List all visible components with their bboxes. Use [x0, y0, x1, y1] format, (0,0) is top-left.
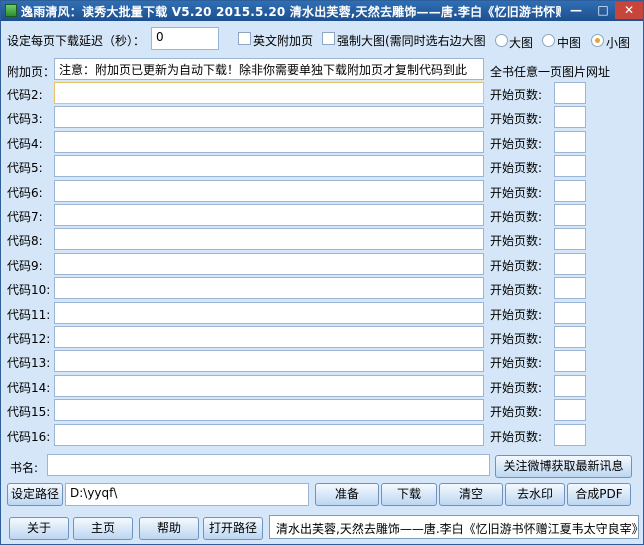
start-page-label: 开始页数: [490, 88, 543, 102]
start-page-input[interactable] [554, 399, 586, 421]
start-page-label: 开始页数: [490, 234, 543, 248]
start-page-input[interactable] [554, 155, 586, 177]
start-page-input[interactable] [554, 228, 586, 250]
app-icon [5, 4, 17, 17]
start-page-label: 开始页数: [490, 112, 543, 126]
start-page-input[interactable] [554, 82, 586, 104]
start-page-input[interactable] [554, 106, 586, 128]
code-input[interactable] [54, 82, 484, 104]
start-page-label: 开始页数: [490, 308, 543, 322]
download-button[interactable]: 下载 [381, 483, 437, 506]
start-page-input[interactable] [554, 277, 586, 299]
code-input[interactable] [54, 131, 484, 153]
remove-watermark-button[interactable]: 去水印 [505, 483, 565, 506]
size-large-radio[interactable] [495, 34, 508, 47]
code-row-label: 代码5: [7, 161, 43, 175]
start-page-label: 开始页数: [490, 161, 543, 175]
book-name-label: 书名: [10, 461, 39, 475]
start-page-label: 开始页数: [490, 405, 543, 419]
start-page-input[interactable] [554, 424, 586, 446]
delay-input[interactable]: 0 [151, 27, 219, 50]
start-page-label: 开始页数: [490, 210, 543, 224]
code-input[interactable] [54, 228, 484, 250]
delay-label: 设定每页下载延迟（秒）： [7, 34, 146, 48]
code-row-label: 代码13: [7, 356, 51, 370]
minimize-button[interactable]: — [563, 2, 589, 19]
maximize-button[interactable]: □ [590, 2, 616, 19]
start-page-label: 开始页数: [490, 332, 543, 346]
start-page-input[interactable] [554, 180, 586, 202]
size-medium-radio[interactable] [542, 34, 555, 47]
code-row-label: 代码3: [7, 112, 43, 126]
attach-right-label: 全书任意一页图片网址 [490, 65, 611, 79]
force-large-checkbox[interactable] [322, 32, 335, 45]
size-small-label: 小图 [606, 36, 631, 50]
start-page-input[interactable] [554, 302, 586, 324]
prepare-button[interactable]: 准备 [315, 483, 379, 506]
help-button[interactable]: 帮助 [139, 517, 199, 540]
code-row-label: 代码11: [7, 308, 51, 322]
start-page-label: 开始页数: [490, 430, 543, 444]
start-page-label: 开始页数: [490, 381, 543, 395]
start-page-label: 开始页数: [490, 356, 543, 370]
code-input[interactable] [54, 180, 484, 202]
set-path-button[interactable]: 设定路径 [7, 483, 63, 506]
open-path-button[interactable]: 打开路径 [203, 517, 263, 540]
start-page-input[interactable] [554, 350, 586, 372]
code-input[interactable] [54, 399, 484, 421]
code-row-label: 代码10: [7, 283, 51, 297]
attach-label: 附加页： [7, 65, 56, 79]
code-row-label: 代码7: [7, 210, 43, 224]
code-row-label: 代码15: [7, 405, 51, 419]
code-input[interactable] [54, 424, 484, 446]
force-large-label: 强制大图(需同时选右边大图 [337, 34, 485, 48]
code-input[interactable] [54, 302, 484, 324]
window-title: 逸雨清风：读秀大批量下载 V5.20 2015.5.20 清水出芙蓉,天然去雕饰… [21, 5, 561, 19]
start-page-label: 开始页数: [490, 137, 543, 151]
start-page-input[interactable] [554, 253, 586, 275]
close-button[interactable]: ✕ [615, 2, 643, 19]
english-attach-checkbox[interactable] [238, 32, 251, 45]
clear-button[interactable]: 清空 [439, 483, 503, 506]
size-medium-label: 中图 [557, 36, 582, 50]
start-page-input[interactable] [554, 204, 586, 226]
english-attach-label: 英文附加页 [253, 34, 314, 48]
start-page-input[interactable] [554, 131, 586, 153]
start-page-input[interactable] [554, 326, 586, 348]
start-page-label: 开始页数: [490, 259, 543, 273]
start-page-label: 开始页数: [490, 186, 543, 200]
code-input[interactable] [54, 253, 484, 275]
book-name-input[interactable] [47, 454, 490, 476]
attach-input[interactable]: 注意：附加页已更新为自动下载！除非你需要单独下载附加页才复制代码到此 [54, 58, 484, 80]
size-small-radio[interactable] [591, 34, 604, 47]
start-page-label: 开始页数: [490, 283, 543, 297]
follow-weibo-button[interactable]: 关注微博获取最新讯息 [495, 455, 632, 478]
code-row-label: 代码9: [7, 259, 43, 273]
code-input[interactable] [54, 326, 484, 348]
about-button[interactable]: 关于 [9, 517, 69, 540]
path-input[interactable]: D:\yyqf\ [65, 483, 309, 506]
start-page-input[interactable] [554, 375, 586, 397]
code-input[interactable] [54, 350, 484, 372]
code-row-label: 代码8: [7, 234, 43, 248]
code-row-label: 代码16: [7, 430, 51, 444]
merge-pdf-button[interactable]: 合成PDF [567, 483, 631, 506]
code-input[interactable] [54, 375, 484, 397]
size-large-label: 大图 [509, 36, 534, 50]
code-row-label: 代码14: [7, 381, 51, 395]
main-window: 逸雨清风：读秀大批量下载 V5.20 2015.5.20 清水出芙蓉,天然去雕饰… [0, 0, 644, 545]
title-bar: 逸雨清风：读秀大批量下载 V5.20 2015.5.20 清水出芙蓉,天然去雕饰… [1, 1, 643, 21]
code-input[interactable] [54, 155, 484, 177]
code-row-label: 代码4: [7, 137, 43, 151]
code-input[interactable] [54, 277, 484, 299]
home-button[interactable]: 主页 [73, 517, 133, 540]
code-row-label: 代码6: [7, 186, 43, 200]
code-input[interactable] [54, 204, 484, 226]
code-input[interactable] [54, 106, 484, 128]
code-row-label: 代码12: [7, 332, 51, 346]
status-bar: 清水出芙蓉,天然去雕饰——唐.李白《忆旧游书怀赠江夏韦太守良宰》 [269, 515, 639, 539]
code-row-label: 代码2: [7, 88, 43, 102]
